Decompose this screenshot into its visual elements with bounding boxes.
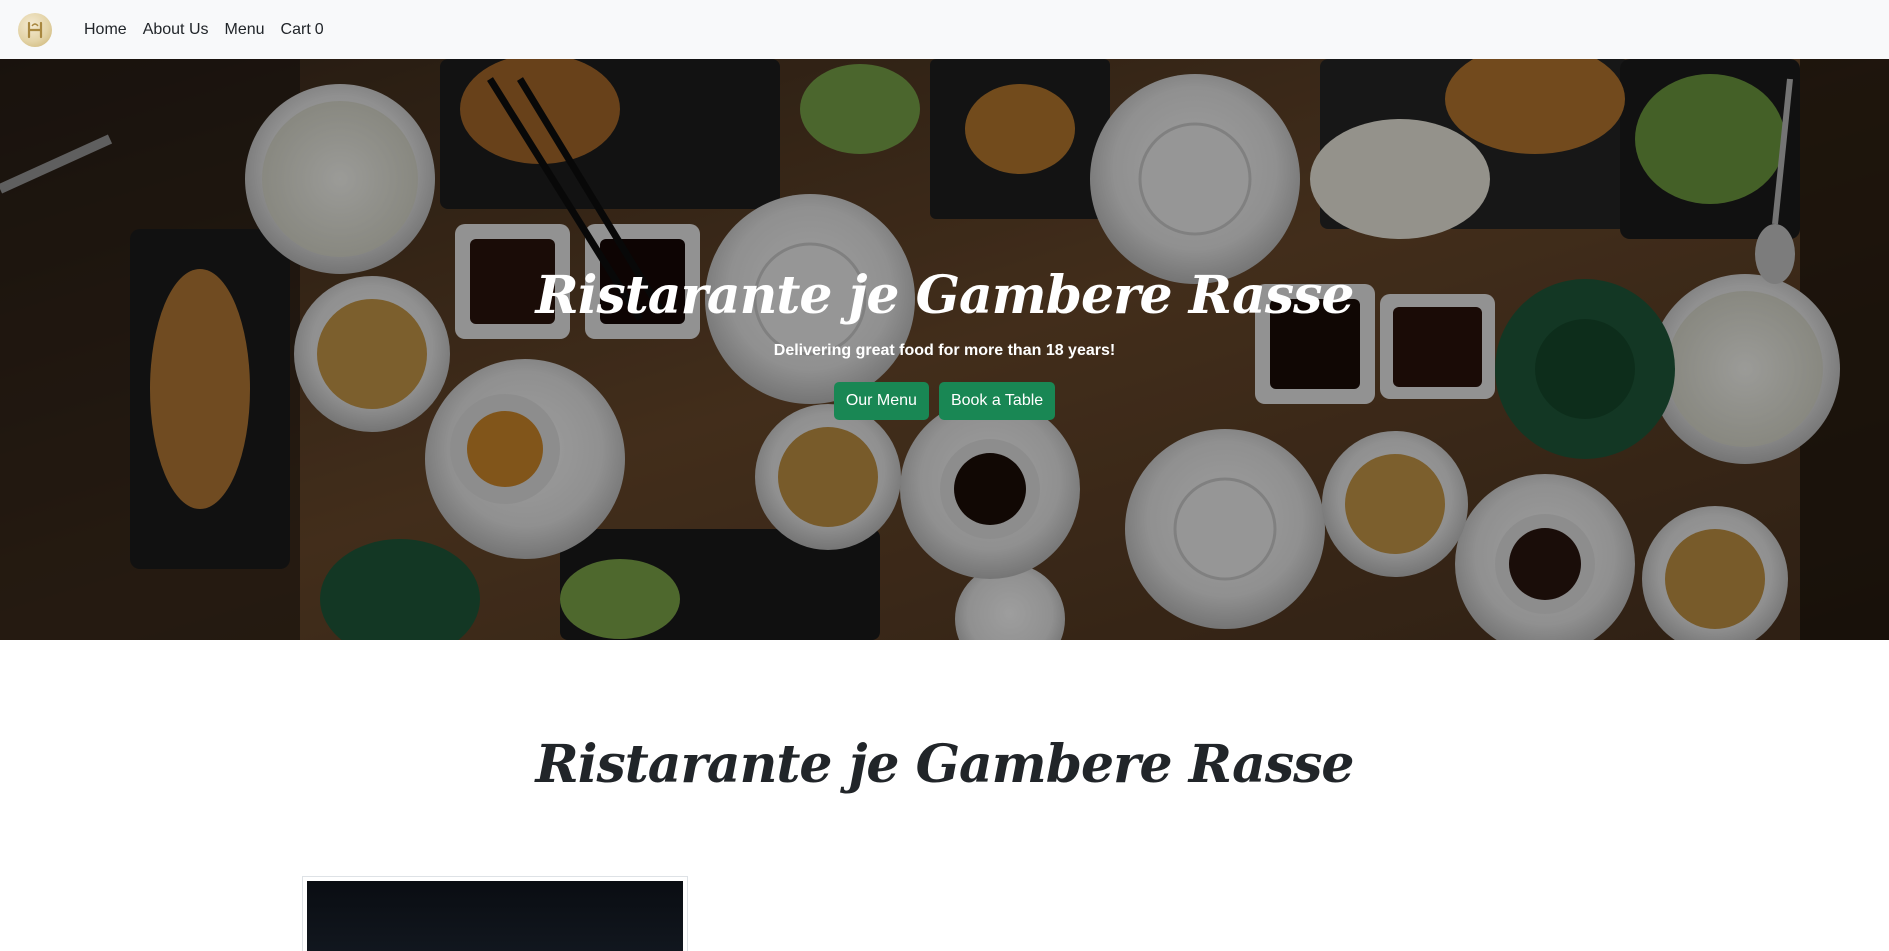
nav-link-about-us[interactable]: About Us <box>143 21 209 39</box>
our-menu-button[interactable]: Our Menu <box>833 382 929 421</box>
hero-subtitle: Delivering great food for more than 18 y… <box>773 342 1116 360</box>
hero-content: Ristarante je Gambere Rasse Delivering g… <box>0 265 1889 421</box>
nav-link-home[interactable]: Home <box>84 21 127 39</box>
about-image-card <box>302 876 688 951</box>
hero-banner: Ristarante je Gambere Rasse Delivering g… <box>0 59 1889 640</box>
nav-links: Home About Us Menu Cart 0 <box>84 21 340 39</box>
top-navbar: Home About Us Menu Cart 0 <box>0 0 1889 59</box>
about-section-header: Ristarante je Gambere Rasse <box>0 736 1889 793</box>
hero-title: Ristarante je Gambere Rasse <box>535 265 1355 326</box>
nav-link-menu[interactable]: Menu <box>225 21 265 39</box>
about-section-title: Ristarante je Gambere Rasse <box>535 734 1355 795</box>
cart-count-badge: 0 <box>314 20 324 38</box>
cart-label: Cart <box>280 20 311 38</box>
about-image <box>307 881 683 951</box>
hero-buttons: Our Menu Book a Table <box>0 382 1889 421</box>
book-a-table-button[interactable]: Book a Table <box>938 382 1056 421</box>
nav-link-cart[interactable]: Cart 0 <box>281 21 324 39</box>
restaurant-crest-logo-icon[interactable] <box>18 12 52 47</box>
